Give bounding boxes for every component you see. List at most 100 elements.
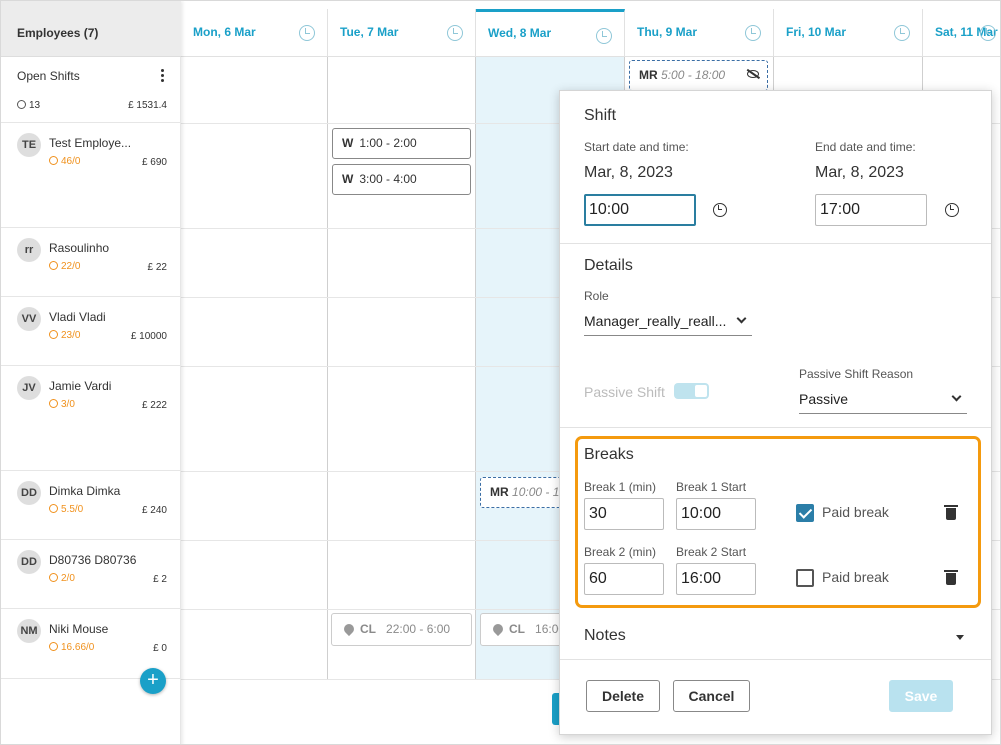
location-pin-icon — [490, 621, 506, 637]
clock-icon[interactable] — [980, 25, 996, 41]
open-shifts-count: 13 — [17, 100, 40, 111]
employee-hours: 3/0 — [49, 399, 75, 410]
day-header-tue[interactable]: Tue, 7 Mar — [328, 9, 476, 57]
day-header-fri[interactable]: Fri, 10 Mar — [774, 9, 923, 57]
break-2-duration-label: Break 2 (min) — [584, 545, 657, 559]
chevron-down-icon — [736, 313, 747, 324]
delete-break-2-icon[interactable] — [944, 570, 958, 585]
employee-name: Jamie Vardi — [49, 379, 112, 393]
employee-hours: 22/0 — [49, 261, 80, 272]
employee-hours: 46/0 — [49, 156, 80, 167]
shift-card[interactable]: W 3:00 - 4:00 — [332, 164, 471, 195]
employee-cost: £ 22 — [147, 262, 167, 273]
avatar: NM — [17, 619, 41, 643]
day-header-mon[interactable]: Mon, 6 Mar — [181, 9, 328, 57]
scheduler-screen: Mon, 6 Mar Tue, 7 Mar Wed, 8 Mar Thu, 9 … — [0, 0, 1001, 745]
shift-card[interactable]: W 1:00 - 2:00 — [332, 128, 471, 159]
employee-row[interactable]: VV Vladi Vladi 23/0 £ 10000 — [1, 297, 181, 366]
end-time-input[interactable]: 17:00 — [815, 194, 927, 226]
cancel-button[interactable]: Cancel — [673, 680, 750, 712]
day-column-mon[interactable] — [181, 57, 328, 679]
shift-role: CL — [509, 622, 525, 636]
break-2-paid-checkbox[interactable] — [796, 569, 814, 587]
save-button[interactable]: Save — [889, 680, 953, 712]
shift-section-title: Shift — [584, 107, 617, 124]
employee-cost: £ 2 — [153, 574, 167, 585]
employee-cost: £ 0 — [153, 643, 167, 654]
clock-icon[interactable] — [596, 28, 612, 44]
employee-name: Rasoulinho — [49, 241, 110, 255]
employee-row[interactable]: JV Jamie Vardi 3/0 £ 222 — [1, 366, 181, 471]
break-2-duration-input[interactable]: 60 — [584, 563, 664, 595]
clock-icon[interactable] — [945, 203, 959, 217]
avatar: TE — [17, 133, 41, 157]
divider — [560, 659, 991, 660]
eye-off-icon[interactable] — [747, 70, 759, 78]
clock-icon[interactable] — [299, 25, 315, 41]
clock-icon[interactable] — [447, 25, 463, 41]
avatar: DD — [17, 550, 41, 574]
employee-name: Niki Mouse — [49, 622, 109, 636]
break-1-duration-input[interactable]: 30 — [584, 498, 664, 530]
employees-column: Employees (7) Open Shifts 13 £ 1531.4 TE… — [1, 1, 181, 744]
passive-reason-value: Passive — [799, 391, 849, 407]
open-shifts-row[interactable]: Open Shifts 13 £ 1531.4 — [1, 57, 181, 123]
delete-button[interactable]: Delete — [586, 680, 660, 712]
day-label: Fri, 10 Mar — [786, 25, 847, 39]
day-header-sat[interactable]: Sat, 11 Mar — [923, 9, 1000, 57]
open-shifts-label: Open Shifts — [17, 69, 80, 83]
start-time-input[interactable]: 10:00 — [584, 194, 696, 226]
avatar: JV — [17, 376, 41, 400]
start-label: Start date and time: — [584, 140, 689, 154]
delete-break-1-icon[interactable] — [944, 505, 958, 520]
employee-name: Vladi Vladi — [49, 310, 106, 324]
shift-time: 22:00 - 6:00 — [386, 622, 451, 636]
clock-icon[interactable] — [713, 203, 727, 217]
passive-reason-label: Passive Shift Reason — [799, 367, 914, 381]
avatar: DD — [17, 481, 41, 505]
clock-icon — [49, 504, 58, 513]
add-employee-button[interactable]: + — [140, 668, 166, 694]
clock-icon — [49, 330, 58, 339]
start-date[interactable]: Mar, 8, 2023 — [584, 164, 673, 182]
role-label: Role — [584, 289, 609, 303]
break-1-start-label: Break 1 Start — [676, 480, 747, 494]
expand-notes-icon[interactable] — [956, 635, 964, 640]
divider — [560, 243, 991, 244]
shift-time: 1:00 - 2:00 — [359, 136, 417, 150]
role-select[interactable]: Manager_really_reall... — [584, 313, 752, 336]
details-section-title: Details — [584, 257, 633, 274]
clock-icon[interactable] — [745, 25, 761, 41]
passive-reason-select[interactable]: Passive — [799, 391, 967, 414]
day-label: Wed, 8 Mar — [488, 26, 552, 40]
clock-icon[interactable] — [894, 25, 910, 41]
notes-section-title[interactable]: Notes — [584, 627, 626, 645]
break-2-paid-label: Paid break — [822, 569, 889, 585]
breaks-section: Breaks Break 1 (min) 30 Break 1 Start 10… — [575, 436, 981, 608]
passive-shift-label: Passive Shift — [584, 384, 665, 400]
shift-card[interactable]: CL 16:00 — [480, 613, 565, 646]
end-date[interactable]: Mar, 8, 2023 — [815, 164, 904, 182]
shift-card[interactable]: MR 10:00 - 1 — [480, 477, 565, 508]
shift-card[interactable]: CL 22:00 - 6:00 — [331, 613, 472, 646]
avatar: VV — [17, 307, 41, 331]
clock-icon — [49, 261, 58, 270]
day-header-wed[interactable]: Wed, 8 Mar — [476, 9, 625, 57]
employee-row[interactable]: TE Test Employe... 46/0 £ 690 — [1, 123, 181, 228]
break-1-paid-checkbox[interactable] — [796, 504, 814, 522]
employee-row[interactable]: DD D80736 D80736 2/0 £ 2 — [1, 540, 181, 609]
employee-cost: £ 690 — [141, 157, 167, 168]
open-shift-card[interactable]: MR 5:00 - 18:00 — [629, 60, 768, 91]
shift-role: MR — [639, 68, 658, 82]
employee-row[interactable]: rr Rasoulinho 22/0 £ 22 — [1, 228, 181, 297]
employee-row[interactable]: DD Dimka Dimka 5.5/0 £ 240 — [1, 471, 181, 540]
more-options-icon[interactable] — [161, 69, 165, 84]
passive-shift-toggle[interactable] — [674, 383, 709, 399]
clock-icon — [49, 399, 58, 408]
break-1-start-input[interactable]: 10:00 — [676, 498, 756, 530]
shift-role: MR — [490, 485, 509, 499]
day-header-thu[interactable]: Thu, 9 Mar — [625, 9, 774, 57]
break-2-start-input[interactable]: 16:00 — [676, 563, 756, 595]
role-value: Manager_really_reall... — [584, 313, 727, 329]
shift-role: CL — [360, 622, 376, 636]
